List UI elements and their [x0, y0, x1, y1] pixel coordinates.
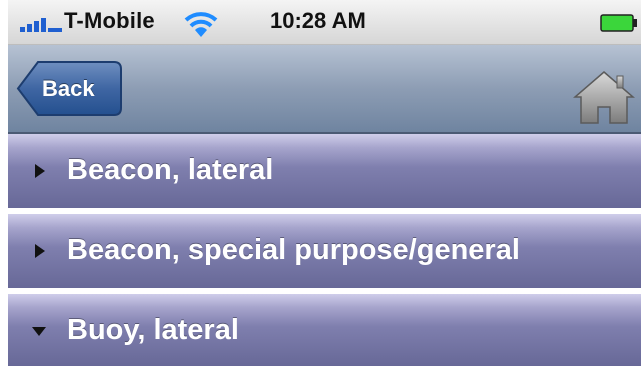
- back-button[interactable]: Back: [16, 60, 123, 117]
- disclosure-triangle-right-icon: [35, 244, 45, 258]
- status-bar: T-Mobile 10:28 AM: [8, 0, 641, 45]
- list-item-label: Beacon, special purpose/general: [67, 234, 520, 266]
- home-icon[interactable]: [573, 69, 635, 125]
- signal-strength-icon: [20, 18, 62, 32]
- disclosure-triangle-right-icon: [35, 164, 45, 178]
- carrier-name: T-Mobile: [64, 8, 155, 33]
- battery-icon: [600, 14, 637, 32]
- list-item[interactable]: Buoy, lateral: [8, 294, 641, 366]
- wifi-icon: [184, 12, 218, 37]
- navigation-bar: Back: [8, 45, 641, 134]
- disclosure-triangle-down-icon: [32, 327, 46, 336]
- list-item[interactable]: Beacon, lateral: [8, 134, 641, 208]
- app-screen: T-Mobile 10:28 AM Back Beacon, lateral B…: [8, 0, 641, 366]
- list-item-label: Beacon, lateral: [67, 154, 274, 186]
- list-item-label: Buoy, lateral: [67, 314, 239, 346]
- status-time: 10:28 AM: [270, 8, 366, 33]
- list-item[interactable]: Beacon, special purpose/general: [8, 214, 641, 288]
- back-button-label: Back: [42, 76, 95, 101]
